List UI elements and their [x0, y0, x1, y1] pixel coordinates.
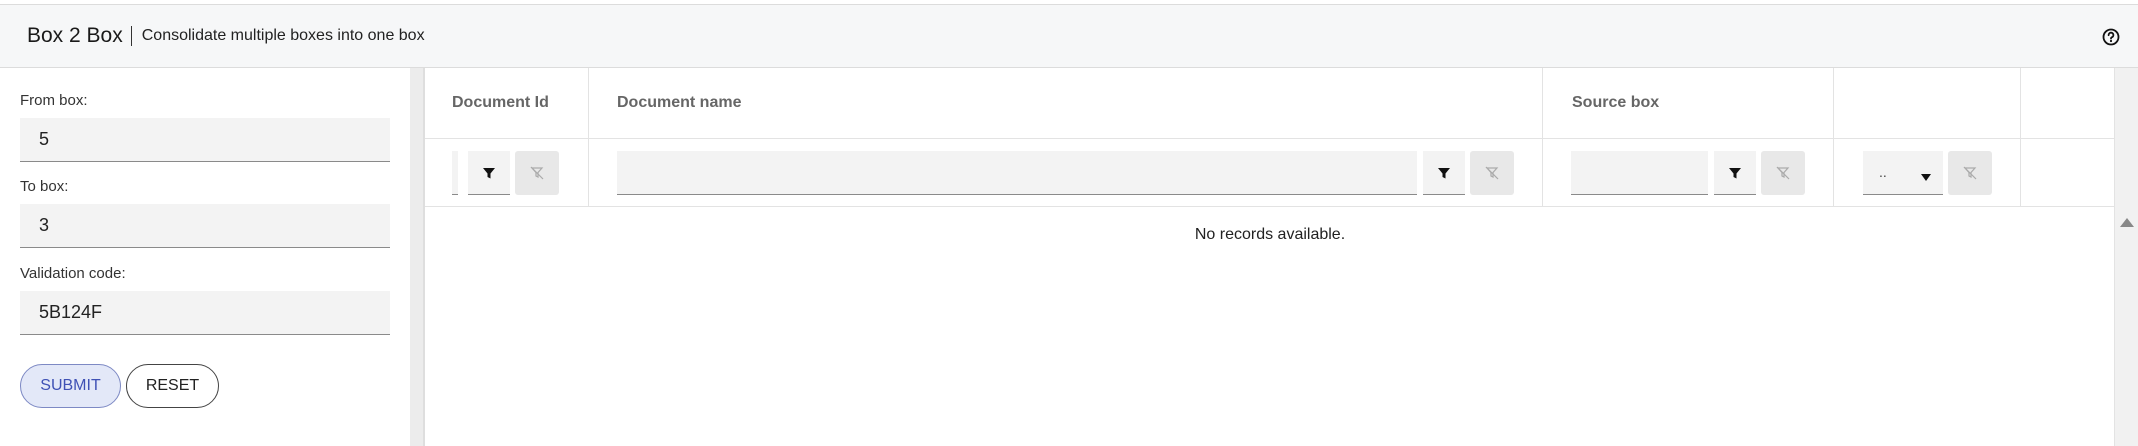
app-title: Box 2 Box	[27, 24, 123, 47]
reset-button[interactable]: RESET	[126, 364, 219, 408]
submit-button[interactable]: SUBMIT	[20, 364, 121, 408]
column-divider	[588, 139, 589, 207]
clear-filter-icon[interactable]	[1470, 151, 1514, 195]
document-name-filter-input[interactable]	[617, 151, 1417, 195]
grid-scrollbar[interactable]	[2114, 68, 2138, 446]
from-box-input[interactable]	[20, 118, 390, 162]
grid-filter-row: ..	[425, 139, 2115, 207]
clear-filter-icon[interactable]	[1948, 151, 1992, 195]
title-separator	[130, 26, 132, 46]
from-box-label: From box:	[20, 92, 88, 109]
column-divider	[2020, 68, 2021, 139]
clear-filter-icon[interactable]	[515, 151, 559, 195]
select-value: ..	[1879, 164, 1887, 180]
app-subtitle: Consolidate multiple boxes into one box	[141, 27, 425, 44]
column-divider	[2020, 139, 2021, 207]
to-box-label: To box:	[20, 178, 69, 195]
help-icon[interactable]	[2101, 27, 2121, 47]
filter-icon[interactable]	[468, 151, 510, 195]
status-filter-select[interactable]: ..	[1863, 151, 1943, 195]
filter-icon[interactable]	[1423, 151, 1465, 195]
documents-grid: Document Id Document name Source box .. …	[424, 68, 2115, 446]
column-header-source-box[interactable]: Source box	[1572, 94, 1659, 112]
filter-icon[interactable]	[1714, 151, 1756, 195]
column-divider	[1833, 68, 1834, 139]
column-header-document-id[interactable]: Document Id	[452, 94, 549, 112]
validation-code-label: Validation code:	[20, 265, 126, 282]
document-id-filter-input[interactable]	[452, 151, 458, 195]
source-box-filter-input[interactable]	[1571, 151, 1708, 195]
clear-filter-icon[interactable]	[1761, 151, 1805, 195]
column-divider	[1542, 139, 1543, 207]
to-box-input[interactable]	[20, 204, 390, 248]
grid-header-row: Document Id Document name Source box	[425, 68, 2115, 139]
panel-splitter[interactable]	[410, 68, 424, 446]
scroll-up-icon[interactable]	[2120, 214, 2134, 232]
caret-down-icon	[1921, 169, 1931, 185]
empty-grid-message: No records available.	[1194, 226, 1346, 243]
column-divider	[1542, 68, 1543, 139]
column-divider	[1833, 139, 1834, 207]
column-header-document-name[interactable]: Document name	[617, 94, 741, 112]
validation-code-input[interactable]	[20, 291, 390, 335]
page-header: Box 2 Box Consolidate multiple boxes int…	[0, 4, 2138, 68]
column-divider	[588, 68, 589, 139]
